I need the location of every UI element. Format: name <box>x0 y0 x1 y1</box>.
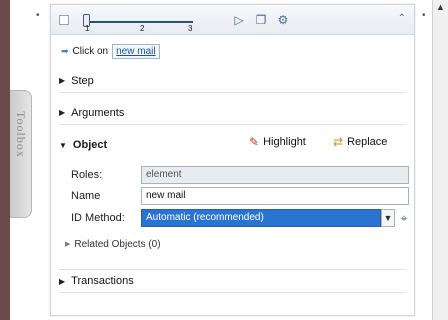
copy-step-icon[interactable]: ❐ <box>253 12 269 28</box>
slider-track <box>85 21 193 23</box>
chevron-down-icon[interactable]: ▼ <box>381 209 395 227</box>
expand-arrow-icon: ▶ <box>59 108 66 117</box>
expand-arrow-icon: ▶ <box>59 76 66 85</box>
step-pointer-icon: ➡ <box>61 45 69 56</box>
section-object-label: Object <box>72 139 108 151</box>
highlight-label: Highlight <box>263 136 306 148</box>
expand-arrow-icon: ▶ <box>65 241 71 248</box>
step-enable-checkbox[interactable] <box>59 15 69 25</box>
related-objects-toggle[interactable]: ▶ Related Objects (0) <box>65 235 161 253</box>
scroll-up-arrow-icon[interactable]: ▲ <box>436 2 445 12</box>
slider-tick-3: 3 <box>188 24 193 33</box>
highlight-button[interactable]: ✎ Highlight <box>249 133 306 151</box>
collapse-panel-icon[interactable]: ⌃ <box>398 13 406 24</box>
section-arguments-label: Arguments <box>71 106 125 119</box>
section-transactions[interactable]: ▶ Transactions <box>59 269 406 293</box>
replace-icon: ⇄ <box>333 135 344 149</box>
left-window-edge <box>0 0 10 320</box>
bullet-icon: • <box>36 10 40 21</box>
play-step-icon[interactable]: ▷ <box>231 12 247 28</box>
name-field[interactable]: new mail <box>141 187 409 205</box>
slider-tick-1: 1 <box>85 24 90 33</box>
toolbox-tab-label: Toolbox <box>14 111 28 158</box>
id-method-label: ID Method: <box>71 212 125 224</box>
replace-button[interactable]: ⇄ Replace <box>333 133 387 151</box>
slider-tick-2: 2 <box>140 24 145 33</box>
roles-label: Roles: <box>71 169 103 181</box>
section-step[interactable]: ▶ Step <box>59 69 406 93</box>
step-target-link[interactable]: new mail <box>112 43 160 59</box>
id-method-select[interactable]: Automatic (recommended) <box>141 209 381 227</box>
right-scrollbar[interactable]: ▲ <box>432 0 448 320</box>
settings-icon[interactable]: ⚙ <box>275 12 291 28</box>
roles-field: element <box>141 166 409 184</box>
object-picker-icon[interactable]: ⌖ <box>397 209 411 227</box>
panel-toolbar: 1 2 3 ▷ ❐ ⚙ ⌃ <box>51 5 414 35</box>
bullet-icon: • <box>422 10 426 21</box>
section-step-label: Step <box>71 74 94 87</box>
section-transactions-label: Transactions <box>71 275 134 287</box>
toolbox-tab[interactable]: Toolbox <box>10 90 32 218</box>
section-arguments[interactable]: ▶ Arguments <box>59 101 406 125</box>
name-label: Name <box>71 190 101 202</box>
step-slider[interactable]: 1 2 3 <box>73 9 223 33</box>
expand-arrow-icon: ▶ <box>59 276 66 286</box>
highlighter-icon: ✎ <box>249 135 260 149</box>
related-objects-label: Related Objects (0) <box>74 238 161 250</box>
collapse-arrow-icon: ▼ <box>59 140 67 150</box>
step-properties-panel: 1 2 3 ▷ ❐ ⚙ ⌃ ➡ Click on new mail ▶ Step… <box>50 4 415 316</box>
replace-label: Replace <box>347 136 388 148</box>
step-description: ➡ Click on new mail <box>61 43 160 59</box>
step-action-text: Click on <box>72 45 109 57</box>
